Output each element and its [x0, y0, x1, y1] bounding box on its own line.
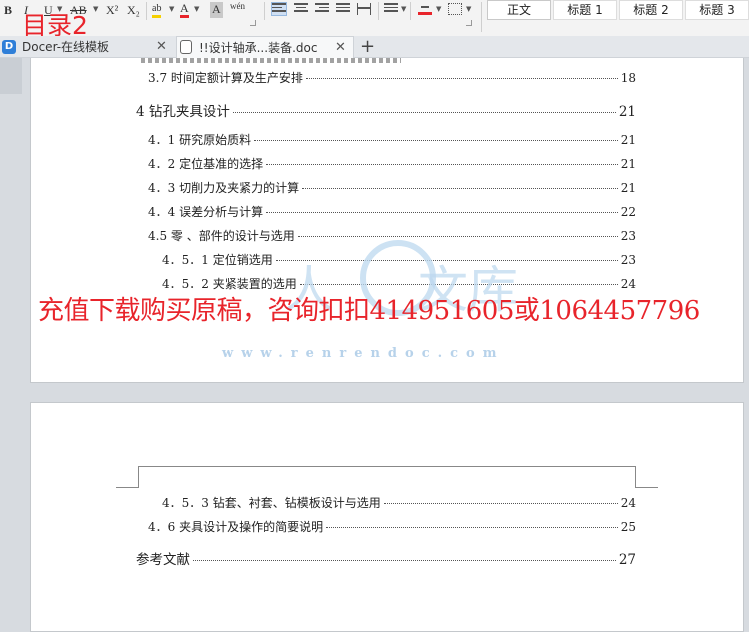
align-center-icon[interactable] — [294, 3, 308, 15]
toc-entry[interactable]: 4．1 研究原始质料 21 — [148, 131, 636, 148]
ribbon-toolbar: B I U ▼ AB ▼ X² X₂ ab ▼ A ▼ A wén ▼ ▼ ▼ … — [0, 0, 749, 36]
toolbar-divider — [410, 2, 411, 20]
chevron-down-icon[interactable]: ▼ — [93, 5, 98, 13]
align-right-icon[interactable] — [315, 3, 329, 15]
tab-label: !!设计轴承...装备.doc — [199, 41, 318, 55]
tab-label: Docer-在线模板 — [22, 40, 110, 54]
char-shading-button[interactable]: A — [210, 2, 223, 18]
superscript-button[interactable]: X² — [106, 2, 118, 18]
font-dialog-launcher-icon[interactable] — [250, 20, 256, 26]
header-boundary — [138, 466, 636, 488]
style-heading-1[interactable]: 标题 1 — [553, 0, 617, 20]
vertical-ruler — [0, 58, 22, 94]
chevron-down-icon[interactable]: ▼ — [466, 5, 471, 13]
header-boundary-right — [636, 487, 658, 488]
tab-docer-templates[interactable]: D Docer-在线模板 ✕ — [0, 36, 176, 58]
document-page-2 — [30, 402, 744, 632]
close-icon[interactable]: ✕ — [156, 36, 167, 58]
line-spacing-icon[interactable] — [384, 3, 398, 15]
chevron-down-icon[interactable]: ▼ — [401, 5, 406, 13]
paragraph-dialog-launcher-icon[interactable] — [466, 20, 472, 26]
toc-entry[interactable]: 4．3 切削力及夹紧力的计算 21 — [148, 179, 636, 196]
bold-button[interactable]: B — [4, 2, 12, 18]
toolbar-divider — [481, 2, 482, 32]
justify-icon[interactable] — [336, 3, 350, 15]
toolbar-divider — [378, 2, 379, 20]
tab-document[interactable]: !!设计轴承...装备.doc ✕ — [176, 36, 354, 58]
toolbar-divider — [264, 2, 265, 20]
close-icon[interactable]: ✕ — [335, 37, 346, 59]
highlight-button[interactable]: ab — [152, 2, 162, 18]
borders-icon[interactable] — [448, 3, 462, 15]
style-normal[interactable]: 正文 — [487, 0, 551, 20]
toc-entry[interactable]: 3.7 时间定额计算及生产安排 18 — [148, 69, 636, 86]
chevron-down-icon[interactable]: ▼ — [436, 5, 441, 13]
style-heading-2[interactable]: 标题 2 — [619, 0, 683, 20]
document-icon — [180, 40, 192, 54]
promo-banner: 充值下载购买原稿，咨询扣扣414951605或1064457796 — [38, 296, 700, 326]
phonetic-guide-button[interactable]: wén — [230, 2, 245, 18]
subscript-button[interactable]: X₂ — [127, 2, 140, 18]
chevron-down-icon[interactable]: ▼ — [169, 5, 174, 13]
align-left-icon[interactable] — [271, 2, 287, 16]
watermark-url: www.renrendoc.com — [222, 346, 505, 361]
toc-entry[interactable]: 4．6 夹具设计及操作的简要说明 25 — [148, 518, 636, 535]
distributed-align-icon[interactable] — [357, 3, 371, 15]
paint-bucket-icon[interactable] — [418, 3, 432, 15]
toc-entry[interactable]: 4．4 误差分析与计算 22 — [148, 203, 636, 220]
toolbar-divider — [146, 2, 147, 20]
chevron-down-icon[interactable]: ▼ — [194, 5, 199, 13]
clipped-text-remnant — [141, 58, 401, 63]
style-heading-3[interactable]: 标题 3 — [685, 0, 749, 20]
toc-entry[interactable]: 4．5．3 钻套、衬套、钻模板设计与选用 24 — [162, 494, 636, 511]
toc-entry[interactable]: 参考文献 27 — [136, 548, 636, 568]
toc-entry[interactable]: 4．2 定位基准的选择 21 — [148, 155, 636, 172]
docer-icon: D — [2, 40, 16, 54]
new-tab-button[interactable]: + — [360, 36, 375, 58]
font-color-button[interactable]: A — [180, 2, 189, 18]
toc-entry[interactable]: 4 钻孔夹具设计 21 — [136, 100, 636, 120]
header-boundary-left — [116, 487, 138, 488]
